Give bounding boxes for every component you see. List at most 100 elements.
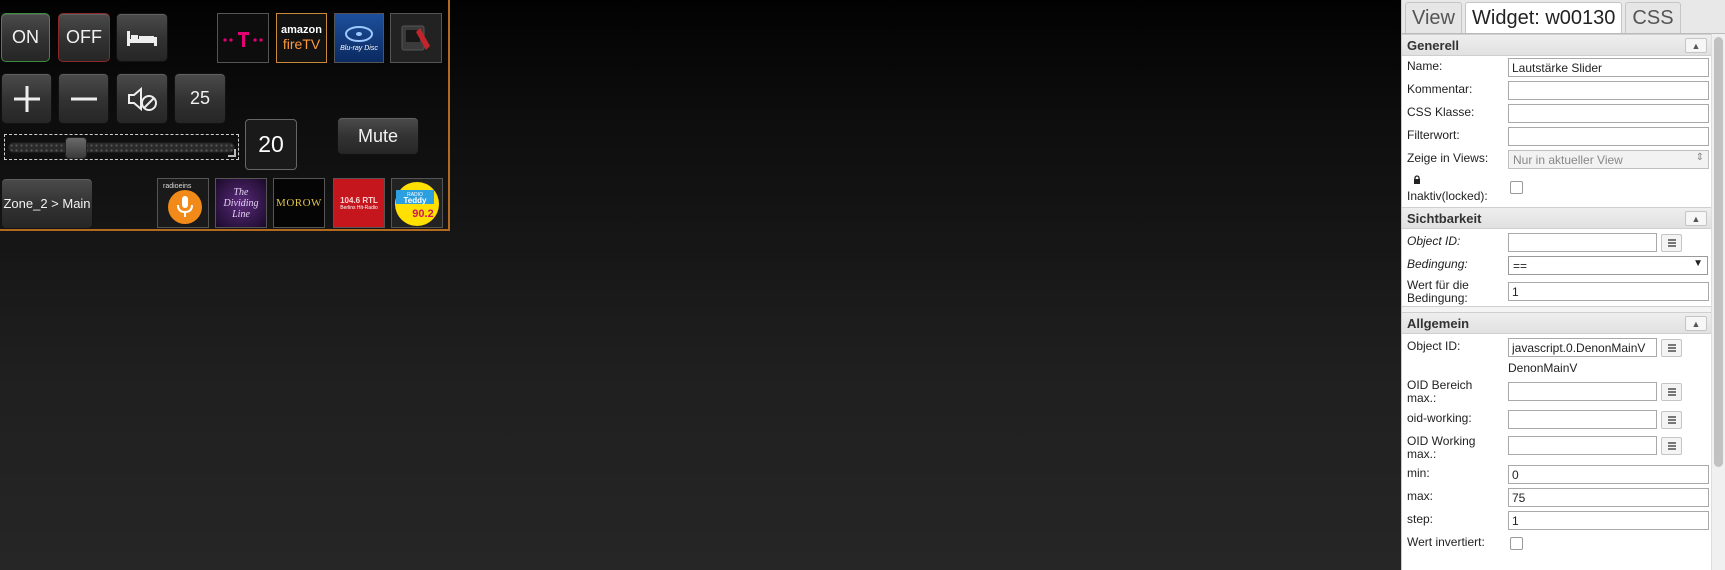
min-label: min: (1407, 466, 1430, 480)
visibility-value-input[interactable] (1508, 282, 1709, 301)
step-row: step: (1402, 509, 1725, 532)
oid-picker-button[interactable] (1661, 339, 1682, 357)
visibility-oid-input[interactable] (1508, 233, 1657, 252)
oid-max-label: OID Bereich max.: (1407, 378, 1473, 405)
power-on-button[interactable]: ON (1, 13, 50, 62)
visibility-oid-label: Object ID: (1407, 234, 1461, 248)
section-generell-title: Generell (1407, 37, 1460, 53)
list-icon (1667, 388, 1676, 396)
collapse-sichtbarkeit-icon[interactable]: ▲ (1685, 211, 1707, 226)
chevron-down-icon: ▼ (1693, 258, 1703, 269)
chevron-updown-icon: ⇕ (1695, 152, 1704, 163)
sleep-button[interactable] (116, 13, 168, 62)
oid-max-picker-button[interactable] (1661, 383, 1682, 401)
zone-switch-button[interactable]: Zone_2 > Main (1, 178, 93, 229)
oid-working-picker-button[interactable] (1661, 411, 1682, 429)
morow-tile[interactable]: MOROW (273, 178, 325, 228)
tab-widget[interactable]: Widget: w00130 (1465, 2, 1623, 33)
oid-max-input[interactable] (1508, 382, 1657, 401)
radio-eins-label: radioeins (163, 183, 192, 190)
teddy-frequency-label: 90.2 (412, 208, 433, 220)
source-telekom-tile[interactable] (217, 13, 269, 63)
views-label: Zeige in Views: (1407, 151, 1489, 165)
resize-handle-icon[interactable] (228, 149, 236, 157)
min-input[interactable] (1508, 465, 1709, 484)
tab-css[interactable]: CSS (1625, 2, 1681, 33)
invert-row: Wert invertiert: (1402, 532, 1725, 555)
lock-icon (1414, 175, 1420, 184)
slider-rail (8, 142, 235, 153)
css-class-input[interactable] (1508, 104, 1709, 123)
visibility-oid-row: Object ID: (1402, 229, 1725, 254)
dividing-line-the-label: The (233, 186, 249, 198)
section-allgemein-title: Allgemein (1407, 315, 1470, 331)
oid-max-row: OID Bereich max.: (1402, 377, 1725, 406)
views-select[interactable]: Nur in aktueller View ⇕ (1508, 150, 1709, 169)
bed-icon (127, 30, 157, 46)
max-row: max: (1402, 486, 1725, 509)
blu-ray-disc-icon: Blu-ray Disc (340, 26, 378, 52)
name-input[interactable] (1508, 58, 1709, 77)
tab-view[interactable]: View (1405, 2, 1462, 33)
collapse-allgemein-icon[interactable]: ▲ (1685, 316, 1707, 331)
field-comment-row: Kommentar: (1402, 79, 1725, 102)
volume-slider[interactable] (4, 134, 239, 160)
filter-input[interactable] (1508, 127, 1709, 146)
mute-toggle-button[interactable] (116, 73, 168, 124)
visibility-condition-value: == (1513, 259, 1528, 273)
editor-tabs: View Widget: w00130 CSS (1402, 0, 1725, 34)
max-label: max: (1407, 489, 1434, 503)
radio-teddy-tile[interactable]: RADIO Teddy 90.2 (391, 178, 443, 228)
oid-working-max-label: OID Working max.: (1407, 434, 1476, 461)
oid-working-max-input[interactable] (1508, 436, 1657, 455)
filter-label: Filterwort: (1407, 128, 1460, 142)
dividing-line-tile[interactable]: The Dividing Line (215, 178, 267, 228)
oid-working-max-row: OID Working max.: (1402, 432, 1725, 463)
mute-label: Mute (357, 125, 399, 146)
power-off-button[interactable]: OFF (58, 13, 110, 62)
step-input[interactable] (1508, 511, 1709, 530)
section-sichtbarkeit-header[interactable]: Sichtbarkeit ▲ (1402, 207, 1725, 229)
volume-down-button[interactable] (58, 73, 109, 124)
oid-input[interactable] (1508, 338, 1657, 357)
invert-checkbox[interactable] (1510, 537, 1523, 550)
max-input[interactable] (1508, 488, 1709, 507)
source-blu-ray-tile[interactable]: Blu-ray Disc (334, 13, 384, 63)
locked-label: Inaktiv(locked): (1407, 189, 1488, 203)
radio-teddy-icon: RADIO Teddy 90.2 (395, 182, 439, 226)
locked-checkbox[interactable] (1510, 181, 1523, 194)
section-allgemein-header[interactable]: Allgemein ▲ (1402, 312, 1725, 334)
104-6-rtl-tile[interactable]: 104.6 RTL Berlins Hit-Radio (333, 178, 385, 228)
oid-hint: DenonMainV (1508, 361, 1578, 375)
tab-view-label: View (1412, 6, 1455, 29)
visibility-condition-row: Bedingung: == ▼ (1402, 254, 1725, 277)
rtl-bottom-label: Berlins Hit-Radio (340, 204, 378, 211)
field-name-row: Name: (1402, 56, 1725, 79)
editor-scrollbar[interactable] (1711, 34, 1725, 570)
visibility-value-row: Wert für die Bedingung: (1402, 277, 1725, 306)
radio-eins-tile[interactable]: radioeins (157, 178, 209, 228)
volume-up-button[interactable] (1, 73, 52, 124)
section-generell-header[interactable]: Generell ▲ (1402, 34, 1725, 56)
comment-input[interactable] (1508, 81, 1709, 100)
list-icon (1667, 239, 1676, 247)
fire-tv-label: fireTV (282, 36, 321, 52)
oid-working-max-picker-button[interactable] (1661, 437, 1682, 455)
visibility-condition-label: Bedingung: (1407, 257, 1468, 271)
comment-label: Kommentar: (1407, 82, 1473, 96)
visibility-value-label: Wert für die Bedingung: (1407, 278, 1469, 305)
source-amazon-fire-tv-tile[interactable]: amazon fireTV (276, 13, 327, 63)
power-on-label: ON (12, 27, 39, 47)
mute-button[interactable]: Mute (337, 117, 419, 155)
list-icon (1667, 344, 1676, 352)
section-sichtbarkeit-title: Sichtbarkeit (1407, 210, 1482, 226)
volume-value-button[interactable]: 25 (174, 73, 226, 124)
visibility-oid-picker-button[interactable] (1661, 234, 1682, 252)
slider-handle[interactable] (65, 137, 87, 159)
oid-working-input[interactable] (1508, 410, 1657, 429)
collapse-generell-icon[interactable]: ▲ (1685, 38, 1707, 53)
editor-scroll-thumb[interactable] (1714, 37, 1723, 467)
source-media-device-tile[interactable] (390, 13, 442, 63)
tab-widget-label: Widget: w00130 (1472, 6, 1616, 29)
visibility-condition-select[interactable]: == ▼ (1508, 256, 1708, 275)
